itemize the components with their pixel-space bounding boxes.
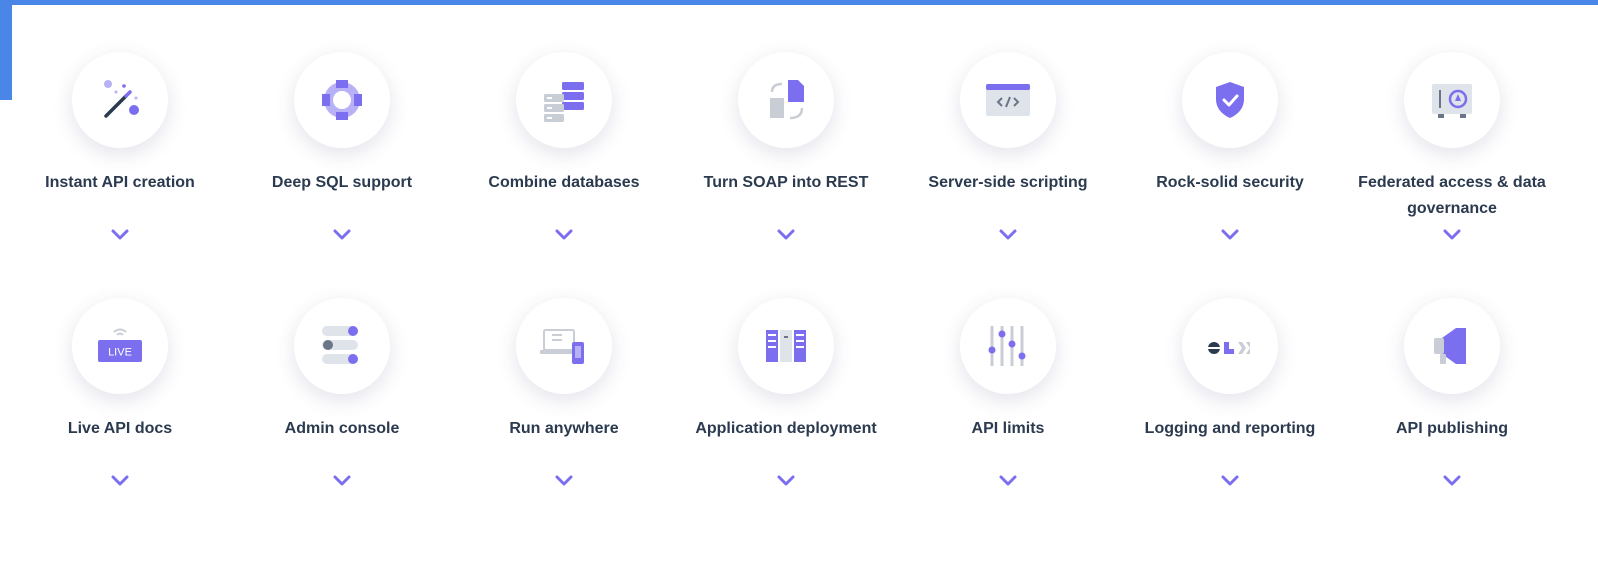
- feature-application-deployment[interactable]: Application deployment: [686, 286, 886, 486]
- feature-rock-solid-security[interactable]: Rock-solid security: [1130, 40, 1330, 240]
- feature-icon-circle: [960, 52, 1056, 148]
- feature-icon-circle: [1182, 52, 1278, 148]
- feature-icon-circle: [1404, 52, 1500, 148]
- chevron-down-icon: [777, 229, 795, 240]
- feature-label: Turn SOAP into REST: [703, 174, 869, 191]
- chevron-down-icon: [999, 475, 1017, 486]
- feature-label: Deep SQL support: [271, 174, 413, 191]
- feature-label: Server-side scripting: [928, 174, 1088, 191]
- feature-icon-circle: [738, 298, 834, 394]
- feature-icon-circle: [738, 52, 834, 148]
- elk-logo-icon: [1208, 342, 1250, 354]
- feature-run-anywhere[interactable]: Run anywhere: [464, 286, 664, 486]
- chevron-down-icon: [1443, 475, 1461, 486]
- toggles-icon: [322, 326, 358, 364]
- code-window-icon: [986, 84, 1030, 116]
- expand-chevron[interactable]: [20, 228, 220, 252]
- expand-chevron[interactable]: [20, 474, 220, 498]
- feature-icon-circle: [1404, 298, 1500, 394]
- expand-chevron[interactable]: [242, 474, 442, 498]
- expand-chevron[interactable]: [242, 228, 442, 252]
- feature-combine-databases[interactable]: Combine databases: [464, 40, 664, 240]
- expand-chevron[interactable]: [686, 474, 886, 498]
- expand-chevron[interactable]: [908, 228, 1108, 252]
- chevron-down-icon: [111, 229, 129, 240]
- expand-chevron[interactable]: [1130, 228, 1330, 252]
- lifebuoy-icon: [322, 80, 362, 120]
- feature-live-api-docs[interactable]: LIVE Live API docs: [20, 286, 220, 486]
- app-panels-icon: [766, 330, 806, 362]
- feature-label: API publishing: [1396, 420, 1508, 437]
- feature-icon-circle: [516, 298, 612, 394]
- features-row-1: Instant API creation Deep SQL support Co…: [8, 40, 1598, 286]
- document-convert-icon: [770, 80, 804, 120]
- feature-label: Admin console: [284, 420, 400, 437]
- expand-chevron[interactable]: [1130, 474, 1330, 498]
- expand-chevron[interactable]: [686, 228, 886, 252]
- feature-api-publishing[interactable]: API publishing: [1352, 286, 1552, 486]
- chevron-down-icon: [1221, 229, 1239, 240]
- features-grid: Instant API creation Deep SQL support Co…: [8, 40, 1598, 532]
- feature-server-side-scripting[interactable]: Server-side scripting: [908, 40, 1108, 240]
- devices-icon: [540, 329, 584, 364]
- feature-instant-api-creation[interactable]: Instant API creation: [20, 40, 220, 240]
- feature-icon-circle: [1182, 298, 1278, 394]
- expand-chevron[interactable]: [908, 474, 1108, 498]
- chevron-down-icon: [999, 229, 1017, 240]
- feature-icon-circle: [294, 298, 390, 394]
- feature-icon-circle: LIVE: [72, 298, 168, 394]
- expand-chevron[interactable]: [464, 474, 664, 498]
- top-accent-bar: [0, 0, 1598, 5]
- expand-chevron[interactable]: [1352, 474, 1552, 498]
- chevron-down-icon: [777, 475, 795, 486]
- feature-icon-circle: [960, 298, 1056, 394]
- feature-deep-sql-support[interactable]: Deep SQL support: [242, 40, 442, 240]
- chevron-down-icon: [1443, 229, 1461, 240]
- feature-label: Federated access & data governance: [1358, 174, 1546, 217]
- magic-wand-icon: [104, 80, 139, 118]
- chevron-down-icon: [111, 475, 129, 486]
- safe-vault-icon: [1432, 84, 1472, 118]
- feature-icon-circle: [516, 52, 612, 148]
- sliders-icon: [988, 326, 1026, 366]
- chevron-down-icon: [1221, 475, 1239, 486]
- feature-logging-and-reporting[interactable]: Logging and reporting: [1130, 286, 1330, 486]
- chevron-down-icon: [555, 475, 573, 486]
- feature-icon-circle: [72, 52, 168, 148]
- feature-label: Instant API creation: [45, 174, 195, 191]
- feature-icon-circle: [294, 52, 390, 148]
- megaphone-icon: [1434, 328, 1466, 364]
- feature-label: Application deployment: [695, 420, 877, 437]
- feature-label: Rock-solid security: [1156, 174, 1304, 191]
- feature-federated-access-data-governance[interactable]: Federated access & data governance: [1352, 40, 1552, 240]
- feature-label: Run anywhere: [509, 420, 619, 437]
- feature-turn-soap-into-rest[interactable]: Turn SOAP into REST: [686, 40, 886, 240]
- chevron-down-icon: [555, 229, 573, 240]
- expand-chevron[interactable]: [1352, 228, 1552, 252]
- chevron-down-icon: [333, 475, 351, 486]
- feature-api-limits[interactable]: API limits: [908, 286, 1108, 486]
- chevron-down-icon: [333, 229, 351, 240]
- features-row-2: LIVE Live API docs Admin console Run any…: [8, 286, 1598, 532]
- feature-label: Live API docs: [67, 420, 173, 437]
- svg-text:LIVE: LIVE: [108, 347, 132, 359]
- expand-chevron[interactable]: [464, 228, 664, 252]
- live-badge-icon: LIVE: [98, 328, 142, 362]
- feature-label: Logging and reporting: [1144, 420, 1316, 437]
- feature-admin-console[interactable]: Admin console: [242, 286, 442, 486]
- shield-check-icon: [1216, 82, 1244, 118]
- feature-label: API limits: [971, 420, 1045, 437]
- feature-label: Combine databases: [488, 174, 640, 191]
- database-servers-icon: [544, 82, 584, 122]
